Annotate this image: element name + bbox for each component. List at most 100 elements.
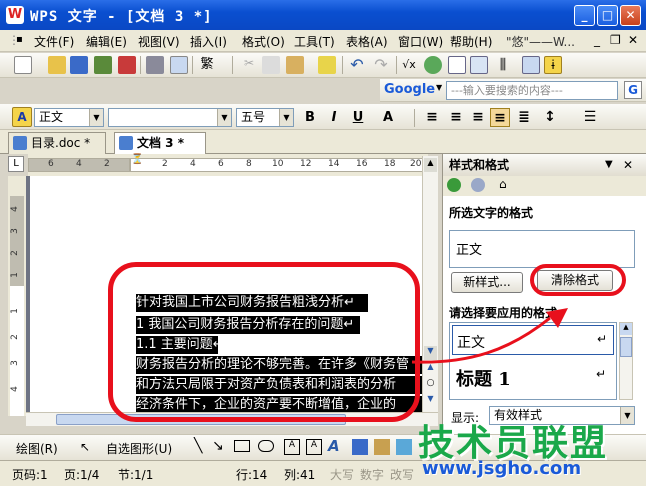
engine-dropdown-icon[interactable]: ▼ — [436, 83, 442, 92]
status-row: 行:14 — [236, 468, 268, 482]
align-center-icon[interactable]: ≡ — [446, 108, 466, 127]
doc-close-button[interactable]: ✕ — [628, 33, 638, 47]
google-logo[interactable]: Google — [384, 82, 435, 97]
arrow-icon[interactable]: ↘ — [212, 438, 224, 454]
menu-format[interactable]: 格式(O) — [242, 33, 285, 50]
save-icon[interactable] — [70, 56, 88, 74]
status-col: 列:41 — [284, 468, 316, 482]
menu-help[interactable]: 帮助(H) — [450, 33, 492, 50]
tab-toc-doc[interactable]: 目录.doc * — [8, 132, 106, 154]
vertical-ruler[interactable]: 4 3 2 1 1 2 3 4 — [8, 176, 26, 416]
tab-doc3[interactable]: 文档 3 * — [114, 132, 206, 154]
minimize-button[interactable]: _ — [574, 5, 595, 26]
pdf-icon[interactable] — [118, 56, 136, 74]
menu-file[interactable]: 文件(F) — [34, 33, 74, 50]
autoshape-menu[interactable]: 自选图形(U) — [106, 440, 172, 457]
open-folder-icon[interactable] — [48, 56, 66, 74]
select-browse-icon[interactable]: ○ — [424, 378, 437, 392]
menu-extra[interactable]: "悠"——W... — [506, 33, 575, 50]
pane-menu-icon[interactable]: ▼ — [605, 154, 613, 176]
scroll-up-icon[interactable]: ▲ — [424, 158, 437, 172]
wps-app-icon[interactable]: W — [6, 6, 24, 24]
next-page-icon[interactable]: ▼ — [424, 394, 437, 408]
menu-table[interactable]: 表格(A) — [346, 33, 388, 50]
columns-icon[interactable] — [470, 56, 488, 74]
doc-restore-button[interactable]: ❐ — [610, 33, 621, 47]
underline-button[interactable]: U — [348, 108, 368, 127]
chevron-down-icon[interactable]: ▼ — [279, 109, 293, 126]
clipart-icon[interactable] — [374, 439, 390, 455]
formula-icon[interactable]: √x — [400, 56, 418, 74]
ruler-tick: 10 — [272, 159, 284, 169]
numbering-icon[interactable]: ☰ — [580, 108, 600, 127]
paste-icon[interactable] — [286, 56, 304, 74]
justify-icon[interactable]: ≡ — [490, 108, 510, 127]
vertical-textbox-icon[interactable]: A — [306, 439, 322, 455]
format-painter-icon[interactable] — [318, 56, 336, 74]
table-icon[interactable] — [448, 56, 466, 74]
textbox-icon[interactable]: A — [284, 439, 300, 455]
cut-icon[interactable]: ✂ — [240, 56, 258, 74]
bold-button[interactable]: B — [300, 108, 320, 127]
line-icon[interactable]: ╲ — [194, 438, 202, 454]
chevron-down-icon[interactable]: ▼ — [217, 109, 231, 126]
ruler-tick: 16 — [356, 159, 368, 169]
tab-stop-selector[interactable]: L — [8, 156, 24, 172]
pane-close-icon[interactable]: ✕ — [623, 154, 633, 176]
redo-icon[interactable]: ↷ — [372, 56, 390, 74]
doc-minimize-button[interactable]: _ — [594, 33, 600, 47]
picture-icon[interactable] — [396, 439, 412, 455]
show-formatting-icon[interactable]: ɨ — [544, 56, 562, 74]
menu-window[interactable]: 窗口(W) — [398, 33, 443, 50]
print-icon[interactable] — [146, 56, 164, 74]
scroll-up-icon[interactable]: ▲ — [620, 323, 632, 335]
wordart-icon[interactable]: A — [328, 437, 340, 455]
menu-view[interactable]: 视图(V) — [138, 33, 180, 50]
font-color-button[interactable]: A — [378, 108, 398, 127]
new-document-icon[interactable] — [14, 56, 32, 74]
ruler-tick: 4 — [9, 206, 20, 212]
traditional-chinese-icon[interactable]: 繁 — [198, 56, 216, 74]
home-icon[interactable]: ⌂ — [499, 177, 507, 191]
horizontal-ruler[interactable]: 6 4 2 2 4 6 8 10 12 14 16 18 20 ⏳ — [28, 154, 428, 176]
ruler-tick: 3 — [9, 360, 20, 366]
print-preview-icon[interactable] — [170, 56, 188, 74]
styles-pane-icon[interactable]: A — [12, 107, 32, 127]
menu-app-icon[interactable]: ▪ — [16, 34, 23, 45]
line-spacing-icon[interactable]: ↕ — [540, 108, 560, 127]
menu-tools[interactable]: 工具(T) — [294, 33, 335, 50]
forward-icon[interactable] — [471, 178, 485, 192]
ruler-tick: 4 — [190, 159, 196, 169]
draw-menu[interactable]: 绘图(R) — [16, 440, 58, 457]
diagram-icon[interactable] — [352, 439, 368, 455]
drawing-icon[interactable] — [522, 56, 540, 74]
font-combo[interactable]: ▼ — [108, 108, 232, 127]
select-objects-icon[interactable]: ↖ — [80, 440, 90, 454]
back-icon[interactable] — [447, 178, 461, 192]
menu-insert[interactable]: 插入(I) — [190, 33, 227, 50]
oval-icon[interactable] — [258, 440, 274, 452]
style-list-scrollbar[interactable]: ▲ — [619, 322, 633, 400]
menu-edit[interactable]: 编辑(E) — [86, 33, 127, 50]
copy-icon[interactable] — [262, 56, 280, 74]
distributed-icon[interactable]: ≣ — [514, 108, 534, 127]
web-icon[interactable] — [424, 56, 442, 74]
scroll-thumb[interactable] — [620, 337, 632, 357]
task-pane-title: 样式和格式 — [449, 158, 510, 172]
search-input[interactable]: ---输入要搜索的内容--- — [446, 81, 618, 100]
align-left-icon[interactable]: ≡ — [422, 108, 442, 127]
italic-button[interactable]: I — [324, 108, 344, 127]
google-search-button[interactable]: G — [624, 81, 642, 99]
close-button[interactable]: ✕ — [620, 5, 641, 26]
export-icon[interactable] — [94, 56, 112, 74]
rectangle-icon[interactable] — [234, 440, 250, 452]
undo-icon[interactable]: ↶ — [348, 56, 366, 74]
indent-marker-icon[interactable]: ⏳ — [131, 154, 143, 165]
style-combo[interactable]: 正文 ▼ — [34, 108, 104, 127]
maximize-button[interactable]: □ — [597, 5, 618, 26]
size-combo[interactable]: 五号 ▼ — [236, 108, 294, 127]
new-style-button[interactable]: 新样式... — [451, 272, 523, 293]
align-right-icon[interactable]: ≡ — [468, 108, 488, 127]
chart-icon[interactable]: ⫼ — [494, 56, 512, 74]
chevron-down-icon[interactable]: ▼ — [89, 109, 103, 126]
